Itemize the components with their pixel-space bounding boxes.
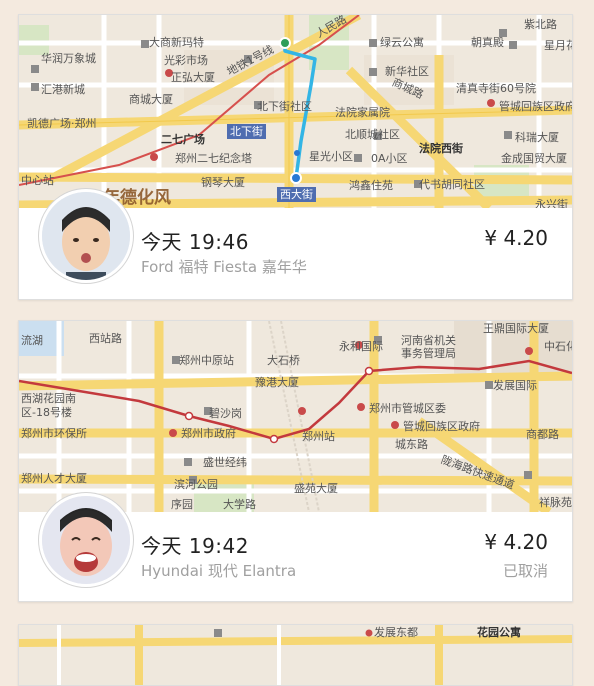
driver-photo — [42, 192, 130, 280]
map-label: 法院西街 — [419, 142, 463, 155]
trip-route-map: 大商新玛特 绿云公寓 朝真殿 紫北路 华润万象城 光彩市场 新华社区 星月花 汇… — [19, 15, 572, 208]
map-label: 河南省机关 — [401, 334, 456, 347]
map-label: 绿云公寓 — [380, 36, 424, 49]
trip-time: 今天 19:46 — [141, 230, 249, 254]
map-label: 金成国贸大厦 — [501, 152, 567, 165]
map-label: 郑州市政府 — [181, 427, 236, 440]
trip-route-map: 发展东都 花园公寓 — [19, 625, 572, 685]
map-label: 西湖花园南 — [21, 392, 76, 405]
map-label: 大学路 — [223, 498, 256, 511]
map-label: 郑州人才大厦 — [21, 472, 87, 485]
map-label: 北顺城社区 — [345, 128, 400, 141]
map-label: 二七广场 — [161, 133, 205, 146]
map-label: 鸿鑫住苑 — [349, 179, 393, 192]
map-label: 永和国际 — [339, 340, 383, 353]
map-label: 序园 — [171, 498, 193, 511]
trip-status-cancelled: 已取消 — [502, 562, 548, 580]
map-label: 事务管理局 — [401, 347, 456, 360]
driver-avatar — [39, 493, 133, 587]
map-label: 管城回族区政府 — [403, 420, 480, 433]
trip-card[interactable]: 发展东都 花园公寓 — [18, 624, 573, 686]
map-label: 碧沙岗 — [209, 407, 242, 420]
map-label: 星月花 — [544, 39, 572, 52]
trip-history-list: 大商新玛特 绿云公寓 朝真殿 紫北路 华润万象城 光彩市场 新华社区 星月花 汇… — [0, 0, 594, 686]
map-label: 商都路 — [526, 428, 559, 441]
map-label: 代书胡同社区 — [419, 178, 485, 191]
map-label: 盛世经纬 — [203, 456, 247, 469]
map-label: 法院家属院 — [335, 106, 390, 119]
map-label: 盛苑大厦 — [294, 482, 338, 495]
map-label: 北下街社区 — [257, 100, 312, 113]
map-label: 中石化 — [544, 340, 572, 353]
map-label: 祥脉苑 — [539, 496, 572, 509]
map-label: 大商新玛特 — [149, 36, 204, 49]
map-label: 豫港大厦 — [255, 376, 299, 389]
map-label: 区-18号楼 — [21, 406, 72, 419]
map-label: 星光小区 — [309, 150, 353, 163]
map-label: 发展东都 — [374, 626, 418, 639]
map-label: 发展国际 — [493, 379, 537, 392]
map-label: 华润万象城 — [41, 52, 96, 65]
trip-route-map: 流湖 西站路 郑州中原站 大石桥 永和国际 河南省机关 事务管理局 王鼎国际大厦… — [19, 321, 572, 512]
map-label: 永兴街 — [535, 198, 568, 209]
map-label: 汇港新城 — [41, 83, 85, 96]
map-label: 科瑞大厦 — [515, 131, 559, 144]
trip-card[interactable]: 流湖 西站路 郑州中原站 大石桥 永和国际 河南省机关 事务管理局 王鼎国际大厦… — [18, 320, 573, 602]
map-label: 商城大厦 — [129, 93, 173, 106]
driver-photo — [42, 496, 130, 584]
map-label: 清真寺街60号院 — [456, 82, 536, 95]
trip-fare: ¥ 4.20 — [484, 530, 548, 554]
map-label: 正弘大厦 — [171, 71, 215, 84]
map-label: 西站路 — [89, 332, 122, 345]
trip-car-model: Hyundai 现代 Elantra — [141, 562, 297, 580]
map-label: 郑州市环保所 — [21, 427, 87, 440]
map-label: 大石桥 — [267, 354, 300, 367]
map-label: 郑州市管城区委 — [369, 402, 446, 415]
map-label: 花园公寓 — [477, 626, 521, 639]
map-label: 光彩市场 — [164, 54, 208, 67]
driver-avatar — [39, 189, 133, 283]
map-label: 朝真殿 — [471, 36, 504, 49]
map-label: 中心站 — [21, 174, 54, 187]
trip-card[interactable]: 大商新玛特 绿云公寓 朝真殿 紫北路 华润万象城 光彩市场 新华社区 星月花 汇… — [18, 14, 573, 300]
station-label: 西大街 — [277, 187, 316, 202]
map-label: 新华社区 — [385, 65, 429, 78]
map-label: 城东路 — [395, 438, 428, 451]
trip-fare: ¥ 4.20 — [484, 226, 548, 250]
map-label: 郑州站 — [302, 430, 335, 443]
map-label: 凯德广场·郑州 — [27, 117, 97, 130]
map-label: 钢琴大厦 — [201, 176, 245, 189]
map-label: 管城回族区政府 — [499, 100, 572, 113]
map-label: 紫北路 — [524, 18, 557, 31]
map-label: 流湖 — [21, 334, 43, 347]
map-label: 王鼎国际大厦 — [483, 322, 549, 335]
map-label: 0A小区 — [371, 152, 408, 165]
map-label: 郑州二七纪念塔 — [175, 152, 252, 165]
station-label: 北下街 — [227, 124, 266, 139]
trip-time: 今天 19:42 — [141, 534, 249, 558]
map-label: 郑州中原站 — [179, 354, 234, 367]
trip-car-model: Ford 福特 Fiesta 嘉年华 — [141, 258, 307, 276]
map-label: 滨河公园 — [174, 478, 218, 491]
